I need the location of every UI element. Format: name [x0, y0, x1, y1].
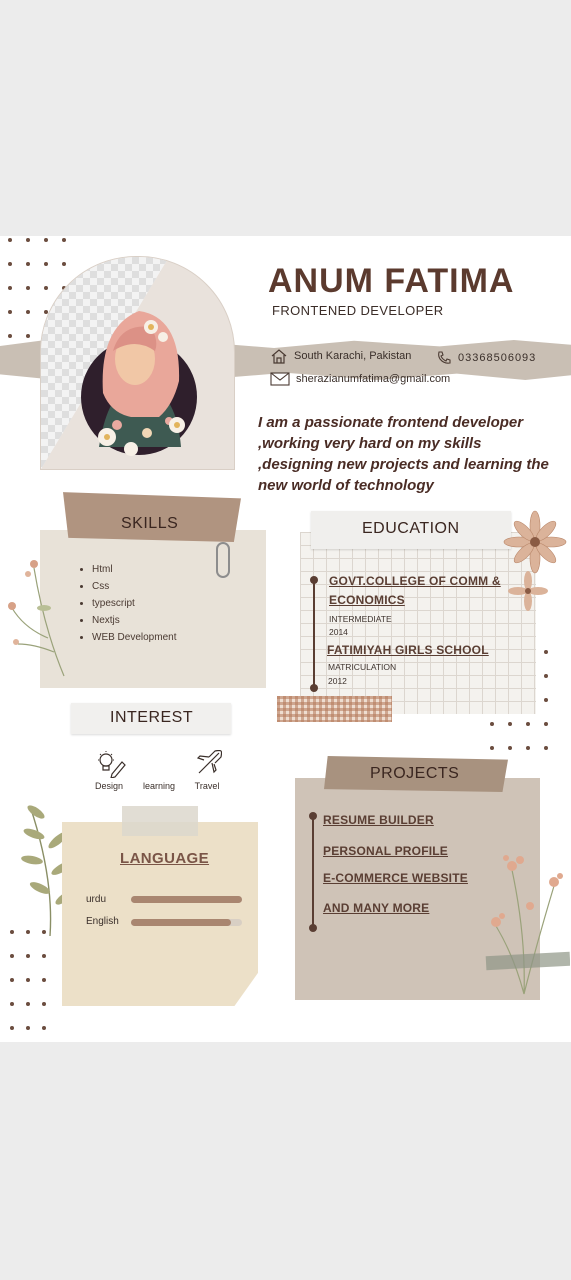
mail-icon [270, 372, 290, 386]
skills-tape: SKILLS [63, 492, 241, 542]
language-title: LANGUAGE [120, 850, 210, 867]
language-bar [131, 919, 242, 926]
school-year: 2014 [329, 627, 348, 637]
language-bar-fill [131, 919, 231, 926]
language-bar [131, 896, 242, 903]
language-tape [122, 806, 198, 836]
projects-timeline [309, 812, 317, 932]
portrait-frame [40, 256, 235, 470]
name-heading: ANUM FATIMA [268, 262, 515, 300]
projects-title: PROJECTS [370, 765, 460, 782]
education-timeline [310, 576, 318, 692]
language-name: urdu [86, 894, 107, 905]
phone-row: 03368506093 [436, 350, 536, 366]
address-row: South Karachi, Pakistan [270, 348, 411, 364]
school-level: MATRICULATION [328, 662, 397, 672]
home-icon [271, 349, 287, 364]
language-name: English [86, 916, 119, 927]
flower-icon [503, 510, 567, 611]
email-text[interactable]: sherazianumfatima@gmail.com [296, 373, 450, 385]
phone-icon [438, 351, 451, 364]
skills-title: SKILLS [121, 515, 179, 532]
project-item[interactable]: E-COMMERCE WEBSITE [323, 871, 468, 885]
project-item[interactable]: PERSONAL PROFILE [323, 844, 448, 858]
interest-label: learning [142, 781, 176, 791]
education-title: EDUCATION [362, 520, 460, 537]
school-name: GOVT.COLLEGE OF COMM & ECONOMICS [329, 574, 501, 607]
phone-text[interactable]: 03368506093 [458, 352, 536, 364]
education-tape: EDUCATION [311, 511, 511, 549]
skill-item: Css [92, 578, 176, 595]
bio-text: I am a passionate frontend developer ,wo… [258, 414, 549, 494]
school-level: INTERMEDIATE [329, 614, 392, 624]
airplane-icon [196, 750, 222, 774]
interest-label: Travel [194, 781, 220, 791]
skill-item: Nextjs [92, 612, 176, 629]
skill-item: typescript [92, 595, 176, 612]
resume-sheet: ANUM FATIMA FRONTENED DEVELOPER South Ka… [0, 236, 571, 1042]
school-name: FATIMIYAH GIRLS SCHOOL [327, 643, 489, 657]
skill-item: Html [92, 561, 176, 578]
email-row: sherazianumfatima@gmail.com [270, 372, 450, 386]
language-bar-fill [131, 896, 242, 903]
project-item[interactable]: AND MANY MORE [323, 901, 429, 915]
address-text: South Karachi, Pakistan [294, 350, 412, 362]
paperclip-icon [216, 542, 230, 578]
gingham-tape [277, 696, 392, 722]
interest-tape: INTEREST [71, 703, 231, 734]
avatar-illustration [81, 311, 197, 456]
dried-flower-icon [8, 560, 65, 677]
skills-list: Html Css typescript Nextjs WEB Developme… [78, 561, 176, 646]
lightbulb-pencil-icon [98, 751, 126, 778]
skill-item: WEB Development [92, 629, 176, 646]
interest-title: INTEREST [110, 709, 194, 726]
projects-tape: PROJECTS [324, 756, 508, 792]
role-subtitle: FRONTENED DEVELOPER [272, 303, 444, 318]
school-year: 2012 [328, 676, 347, 686]
project-item[interactable]: RESUME BUILDER [323, 813, 434, 827]
wildflower-icon [485, 855, 570, 995]
interest-label: Design [94, 781, 123, 791]
